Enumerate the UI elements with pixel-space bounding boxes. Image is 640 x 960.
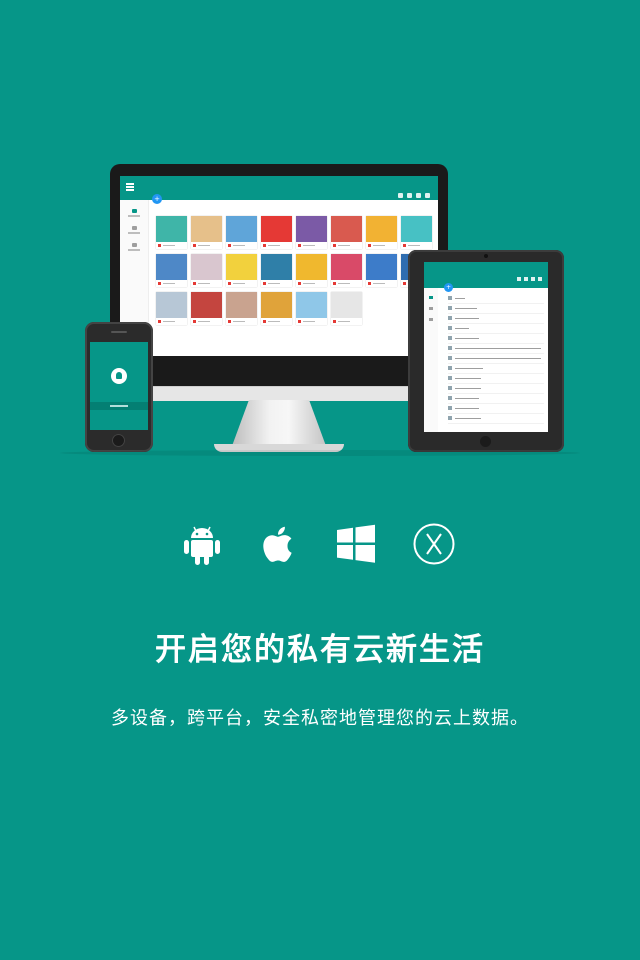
devices-illustration: + + (0, 150, 640, 470)
tablet-sidebar (424, 288, 438, 432)
photo-tile (261, 216, 292, 249)
desktop-screen: + (120, 176, 438, 356)
photo-tile (261, 254, 292, 287)
photo-tile (296, 254, 327, 287)
photo-tile (191, 216, 222, 249)
photo-tile (401, 216, 432, 249)
photo-tile (296, 292, 327, 325)
desktop-monitor: + (110, 164, 448, 386)
apple-icon (258, 521, 302, 567)
tablet-home-button (480, 436, 491, 447)
tablet-app-bar (424, 262, 548, 288)
file-row (448, 294, 544, 304)
headline: 开启您的私有云新生活 (155, 632, 485, 668)
file-row (448, 304, 544, 314)
file-row (448, 344, 544, 354)
photo-tile (331, 292, 362, 325)
photo-tile (226, 254, 257, 287)
android-icon (180, 521, 224, 567)
photo-tile (191, 292, 222, 325)
photo-tile (226, 292, 257, 325)
platform-icons (0, 521, 640, 571)
toolbar-icons (394, 183, 430, 202)
monitor-stand (232, 400, 326, 446)
app-logo-icon (111, 368, 127, 384)
photo-tile (191, 254, 222, 287)
file-row (448, 334, 544, 344)
file-row (448, 374, 544, 384)
file-row (448, 314, 544, 324)
monitor-chin (110, 386, 448, 401)
desktop-app-bar (120, 176, 438, 200)
phone-home-button (112, 434, 125, 447)
photo-tile (331, 254, 362, 287)
file-list (448, 294, 544, 424)
osx-icon (412, 521, 456, 567)
photo-tile (156, 216, 187, 249)
tablet-screen: + (424, 262, 548, 432)
tablet-camera (484, 254, 488, 258)
photo-tile (331, 216, 362, 249)
tablet: + (408, 250, 564, 452)
file-row (448, 384, 544, 394)
photo-tile (366, 216, 397, 249)
floor-shadow (60, 450, 580, 456)
file-row (448, 354, 544, 364)
add-icon: + (152, 194, 162, 204)
phone-login-button (90, 402, 148, 410)
phone (85, 322, 153, 452)
photo-tile (261, 292, 292, 325)
menu-icon (126, 183, 134, 185)
file-row (448, 404, 544, 414)
photo-tile (226, 216, 257, 249)
photo-tile (156, 292, 187, 325)
photo-tile (366, 254, 397, 287)
file-row (448, 394, 544, 404)
file-row (448, 364, 544, 374)
subline: 多设备，跨平台，安全私密地管理您的云上数据。 (111, 708, 529, 729)
file-row (448, 414, 544, 424)
file-row (448, 324, 544, 334)
photo-tile (156, 254, 187, 287)
tablet-add-icon: + (444, 283, 453, 292)
photo-tile (296, 216, 327, 249)
tablet-toolbar-icons (514, 266, 542, 285)
windows-icon (334, 521, 378, 567)
phone-screen (90, 342, 148, 430)
phone-speaker (111, 331, 127, 333)
